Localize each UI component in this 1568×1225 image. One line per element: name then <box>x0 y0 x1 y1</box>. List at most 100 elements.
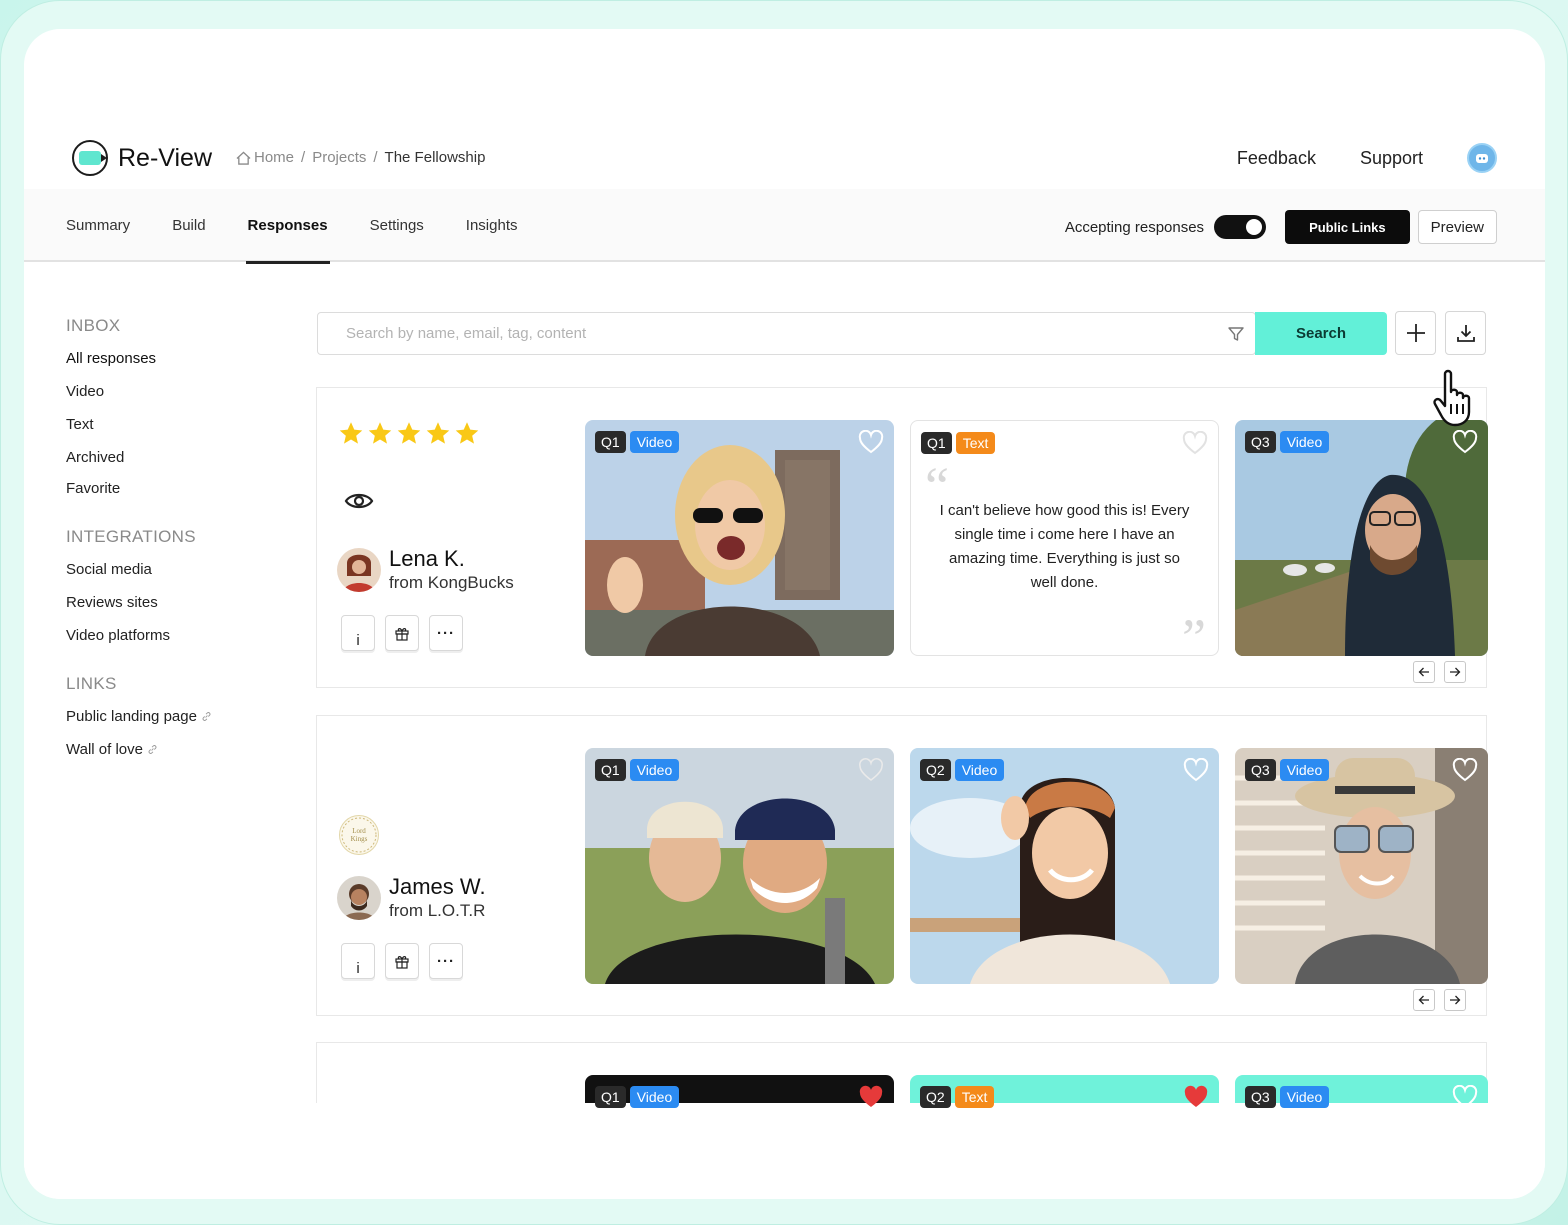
inbox-heading: INBOX <box>66 316 121 335</box>
search-button[interactable]: Search <box>1255 312 1387 355</box>
top-right-nav: Feedback Support <box>1237 139 1497 177</box>
video-response[interactable]: Q2 Video <box>910 748 1219 984</box>
next-button[interactable] <box>1444 989 1466 1011</box>
heart-icon[interactable] <box>1452 1085 1478 1109</box>
type-badge: Video <box>629 759 680 781</box>
video-thumbnail <box>1235 748 1488 984</box>
user-avatar[interactable] <box>1467 143 1497 173</box>
star-icon <box>426 422 450 444</box>
app-screen: Re-View Home / Projects / The Fellowship… <box>24 29 1545 1199</box>
laurel-logo-icon: LordKings <box>341 817 377 853</box>
filter-icon[interactable] <box>1227 325 1245 343</box>
heart-icon[interactable] <box>858 430 884 454</box>
sidebar-item-social-media[interactable]: Social media <box>66 561 306 578</box>
app-logo[interactable]: Re-View <box>72 139 212 177</box>
star-icon <box>339 422 363 444</box>
question-badge: Q3 <box>1245 1086 1276 1108</box>
response-card[interactable]: Lena K. from KongBucks i ··· Q1 Video Q1… <box>316 387 1488 688</box>
sidebar-item-text[interactable]: Text <box>66 416 306 433</box>
next-button[interactable] <box>1444 661 1466 683</box>
links-heading: LINKS <box>66 674 117 693</box>
gift-icon <box>395 628 409 641</box>
camera-logo-icon <box>72 140 108 176</box>
response-card[interactable]: Lord Kings James W. from L.O.T.R i ··· Q… <box>316 715 1488 1016</box>
question-badge: Q1 <box>921 432 952 454</box>
sidebar-item-wall-of-love[interactable]: Wall of love <box>66 741 306 758</box>
tab-summary[interactable]: Summary <box>66 189 152 262</box>
search-input[interactable] <box>346 325 1196 342</box>
accepting-responses-label: Accepting responses <box>1064 218 1205 236</box>
heart-icon[interactable] <box>858 1085 884 1109</box>
more-button[interactable]: ··· <box>429 615 463 651</box>
heart-icon[interactable] <box>1182 431 1208 455</box>
prev-button[interactable] <box>1413 989 1435 1011</box>
star-icon <box>455 422 479 444</box>
type-badge: Video <box>629 431 680 453</box>
hand-cursor-icon <box>1433 369 1471 427</box>
respondent: James W. from L.O.T.R <box>337 874 486 921</box>
breadcrumb-home[interactable]: Home <box>254 149 294 166</box>
text-response[interactable]: Q1 Text “ I can't believe how good this i… <box>910 420 1219 656</box>
feedback-link[interactable]: Feedback <box>1237 148 1316 169</box>
info-button[interactable]: i <box>341 943 375 979</box>
sidebar: INBOX All responses Video Text Archived … <box>66 316 306 788</box>
video-response[interactable]: Q3 Video <box>1235 420 1488 656</box>
tab-settings[interactable]: Settings <box>370 189 446 262</box>
add-response-button[interactable] <box>1395 311 1436 355</box>
card-actions: i ··· <box>341 615 473 651</box>
breadcrumb-current: The Fellowship <box>384 149 486 166</box>
video-response[interactable]: Q3 Video <box>1235 748 1488 984</box>
sidebar-item-video[interactable]: Video <box>66 383 306 400</box>
sidebar-item-public-landing-page[interactable]: Public landing page <box>66 708 306 725</box>
gift-button[interactable] <box>385 615 419 651</box>
type-badge: Text <box>954 1086 995 1108</box>
preview-button[interactable]: Preview <box>1417 210 1497 244</box>
sidebar-item-review-sites[interactable]: Reviews sites <box>66 594 306 611</box>
video-response[interactable]: Q1 Video <box>585 420 894 656</box>
gift-icon <box>395 956 409 969</box>
robot-face-icon <box>1476 154 1488 163</box>
info-button[interactable]: i <box>341 615 375 651</box>
breadcrumb-projects[interactable]: Projects <box>312 149 366 166</box>
sidebar-item-video-platforms[interactable]: Video platforms <box>66 627 306 644</box>
tab-build[interactable]: Build <box>172 189 227 262</box>
sidebar-item-favorite[interactable]: Favorite <box>66 480 306 497</box>
prev-button[interactable] <box>1413 661 1435 683</box>
rating-stars <box>337 420 482 447</box>
video-thumbnail <box>1235 420 1488 656</box>
sidebar-item-archived[interactable]: Archived <box>66 449 306 466</box>
search-bar <box>317 312 1256 355</box>
heart-icon[interactable] <box>1452 758 1478 782</box>
heart-icon[interactable] <box>858 758 884 782</box>
support-link[interactable]: Support <box>1360 148 1423 169</box>
heart-icon[interactable] <box>1183 1085 1209 1109</box>
question-badge: Q3 <box>1245 431 1276 453</box>
app-name: Re-View <box>118 143 213 172</box>
tab-responses[interactable]: Responses <box>245 189 350 264</box>
arrow-right-icon <box>1450 995 1461 1005</box>
tab-insights[interactable]: Insights <box>466 189 540 262</box>
eye-icon[interactable] <box>344 490 374 512</box>
type-badge: Video <box>1279 431 1330 453</box>
sidebar-item-all-responses[interactable]: All responses <box>66 350 306 367</box>
svg-text:Kings: Kings <box>351 835 368 843</box>
heart-icon[interactable] <box>1452 430 1478 454</box>
video-response[interactable]: Q1 Video <box>585 748 894 984</box>
card-actions: i ··· <box>341 943 473 979</box>
respondent-name: James W. <box>389 874 486 899</box>
more-button[interactable]: ··· <box>429 943 463 979</box>
video-thumbnail <box>585 420 894 656</box>
accepting-responses-toggle[interactable] <box>1214 215 1267 239</box>
question-badge: Q1 <box>595 431 626 453</box>
question-badge: Q2 <box>920 759 951 781</box>
arrow-left-icon <box>1418 995 1429 1005</box>
device-frame: Re-View Home / Projects / The Fellowship… <box>0 0 1568 1225</box>
public-links-button[interactable]: Public Links <box>1285 210 1410 244</box>
company-logo: Lord Kings <box>339 815 379 855</box>
download-button[interactable] <box>1445 311 1486 355</box>
question-badge: Q3 <box>1245 759 1276 781</box>
heart-icon[interactable] <box>1183 758 1209 782</box>
star-icon <box>368 422 392 444</box>
gift-button[interactable] <box>385 943 419 979</box>
video-thumbnail <box>585 748 894 984</box>
